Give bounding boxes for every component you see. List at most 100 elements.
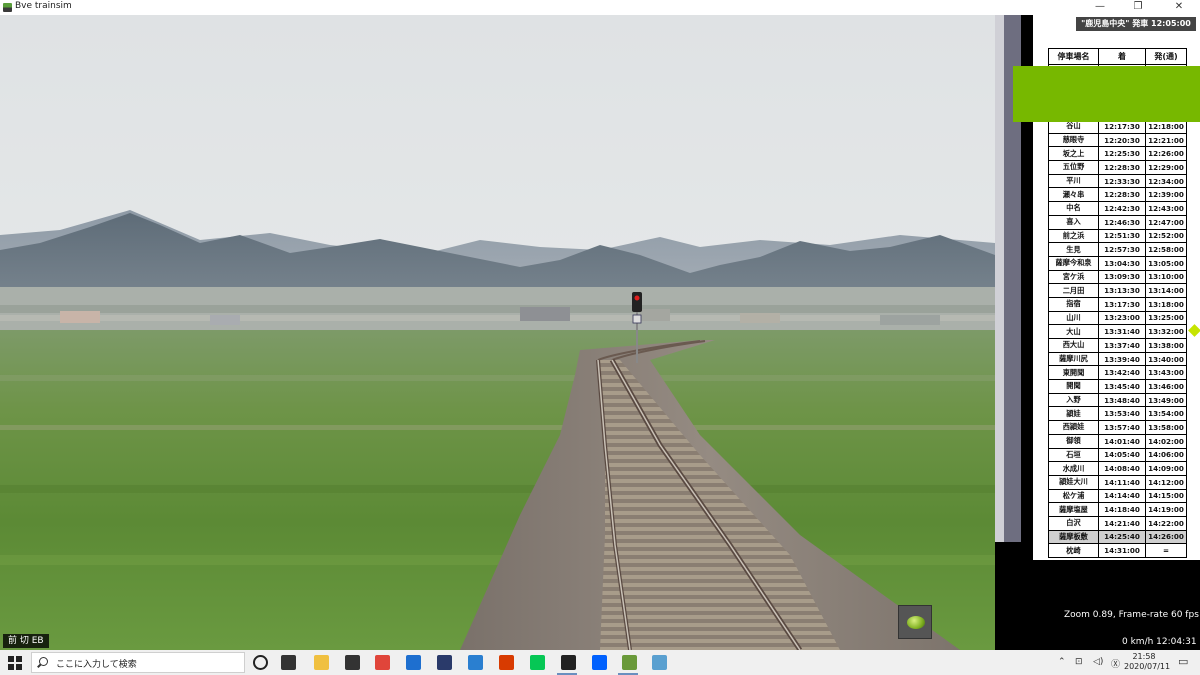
dropbox-icon[interactable] [592, 655, 607, 670]
ats-lamp-button[interactable] [898, 605, 932, 639]
arrival-time: 14:01:40 [1098, 433, 1146, 449]
arrival-time: 14:05:40 [1098, 447, 1146, 463]
tray-overflow-icon[interactable]: ⌃ [1058, 657, 1066, 667]
timetable-row: 宮ケ浜 13:09:30 13:10:00 [1048, 269, 1187, 285]
restore-button[interactable]: ❐ [1125, 0, 1151, 15]
timetable-row: 開聞 13:45:40 13:46:00 [1048, 379, 1187, 394]
cortana-icon[interactable] [253, 655, 268, 670]
timetable-row: 入野 13:48:40 13:49:00 [1048, 392, 1187, 408]
store-icon[interactable] [345, 655, 360, 670]
green-indicator-block [1013, 66, 1200, 122]
station-name: 水成川 [1048, 461, 1099, 476]
windows-start-icon[interactable] [8, 656, 22, 670]
departure-time: 14:09:00 [1145, 461, 1187, 476]
reverser-notch-display: 前 切 EB [3, 634, 49, 648]
departure-time: 14:06:00 [1145, 447, 1187, 463]
timetable-row: 指宿 13:17:30 13:18:00 [1048, 296, 1187, 312]
taskbar-search-box[interactable]: ここに入力して検索 [31, 652, 245, 673]
station-name: 前之浜 [1048, 228, 1099, 244]
phone-app-icon[interactable] [561, 655, 576, 670]
arrival-time: 14:31:00 [1098, 543, 1146, 558]
mail-icon[interactable] [406, 655, 421, 670]
station-name: 大山 [1048, 324, 1099, 339]
arrival-time: 12:33:30 [1098, 173, 1146, 189]
timetable-row: 慈眼寺 12:20:30 12:21:00 [1048, 132, 1187, 148]
departure-time: 13:43:00 [1145, 365, 1187, 381]
station-name: 喜入 [1048, 214, 1099, 230]
departure-time: 13:32:00 [1145, 324, 1187, 339]
clock-time: 21:58 [1132, 652, 1156, 661]
timetable-row: 枕崎 14:31:00 = [1048, 543, 1187, 558]
station-name: 二月田 [1048, 283, 1099, 298]
chrome-icon[interactable] [375, 655, 390, 670]
departure-time: 13:25:00 [1145, 310, 1187, 326]
timetable-header: "鹿児島中央" 発車 12:05:00 [1076, 17, 1196, 31]
arrival-time: 14:14:40 [1098, 488, 1146, 504]
station-name: 慈眼寺 [1048, 132, 1099, 148]
station-name: 開聞 [1048, 379, 1099, 394]
arrival-time: 12:46:30 [1098, 214, 1146, 230]
arrival-time: 13:48:40 [1098, 392, 1146, 408]
window-title-bar[interactable]: Bve trainsim — ❐ ✕ [0, 0, 1200, 15]
station-name: 指宿 [1048, 296, 1099, 312]
minimize-button[interactable]: — [1087, 0, 1113, 15]
departure-time: 13:49:00 [1145, 392, 1187, 408]
arrival-time: 13:53:40 [1098, 406, 1146, 422]
taskbar-clock[interactable]: 21:58 2020/07/11 [1124, 652, 1170, 672]
departure-time: 12:43:00 [1145, 201, 1187, 216]
speed-clock-display: 0 km/h 12:04:31 [1117, 635, 1200, 649]
timetable-row: 頴娃大川 14:11:40 14:12:00 [1048, 474, 1187, 490]
task-view-icon[interactable] [281, 655, 296, 670]
arrival-time: 13:39:40 [1098, 351, 1146, 367]
station-name: 西頴娃 [1048, 420, 1099, 435]
timetable-row: 五位野 12:28:30 12:29:00 [1048, 160, 1187, 175]
station-name: 坂之上 [1048, 146, 1099, 162]
arrival-time: 14:21:40 [1098, 515, 1146, 531]
departure-time: 13:14:00 [1145, 283, 1187, 298]
departure-time: 12:52:00 [1145, 228, 1187, 244]
notification-icon[interactable]: ▭ [1178, 655, 1188, 668]
bve-trainsim-icon[interactable] [622, 655, 637, 670]
station-name: 東開聞 [1048, 365, 1099, 381]
ime-icon[interactable]: Ⓧ [1111, 657, 1120, 670]
taskbar: ここに入力して検索 ⌃ ⊡ ◁) Ⓧ 21:58 2020/07/11 ▭ [0, 650, 1200, 675]
station-name: 平川 [1048, 173, 1099, 189]
departure-time: 13:46:00 [1145, 379, 1187, 394]
departure-time: 12:58:00 [1145, 242, 1187, 257]
departure-time: 14:12:00 [1145, 474, 1187, 490]
timetable-row: 西頴娃 13:57:40 13:58:00 [1048, 420, 1187, 435]
scenery [0, 210, 995, 650]
simulator-viewport[interactable] [0, 15, 995, 650]
arrival-time: 13:31:40 [1098, 324, 1146, 339]
timetable-row: 中名 12:42:30 12:43:00 [1048, 201, 1187, 216]
car-app-icon[interactable] [437, 655, 452, 670]
line-icon[interactable] [530, 655, 545, 670]
viewer-icon[interactable] [652, 655, 667, 670]
close-button[interactable]: ✕ [1166, 0, 1192, 15]
arrival-time: 13:23:00 [1098, 310, 1146, 326]
arrival-time: 12:51:30 [1098, 228, 1146, 244]
timetable-header-row: 停車場名 着 発(通) [1048, 48, 1187, 65]
column-header-departure: 発(通) [1145, 48, 1187, 65]
arrival-time: 12:28:30 [1098, 160, 1146, 175]
window-title: Bve trainsim [15, 1, 72, 11]
arrival-time: 12:28:30 [1098, 187, 1146, 203]
station-name: 西大山 [1048, 338, 1099, 353]
timetable-row: 前之浜 12:51:30 12:52:00 [1048, 228, 1187, 244]
network-icon[interactable]: ⊡ [1075, 657, 1083, 667]
departure-time: 13:10:00 [1145, 269, 1187, 285]
column-header-arrival: 着 [1098, 48, 1146, 65]
bve-app-icon [3, 3, 12, 12]
timetable-row: 白沢 14:21:40 14:22:00 [1048, 515, 1187, 531]
timetable-row: 二月田 13:13:30 13:14:00 [1048, 283, 1187, 298]
volume-icon[interactable]: ◁) [1093, 657, 1103, 667]
station-name: 薩摩板敷 [1048, 529, 1099, 545]
shuttle-icon[interactable] [468, 655, 483, 670]
departure-time: 13:54:00 [1145, 406, 1187, 422]
file-explorer-icon[interactable] [314, 655, 329, 670]
arrival-time: 14:25:40 [1098, 529, 1146, 545]
office-icon[interactable] [499, 655, 514, 670]
station-name: 御領 [1048, 433, 1099, 449]
departure-time: 14:26:00 [1145, 529, 1187, 545]
arrival-time: 14:11:40 [1098, 474, 1146, 490]
